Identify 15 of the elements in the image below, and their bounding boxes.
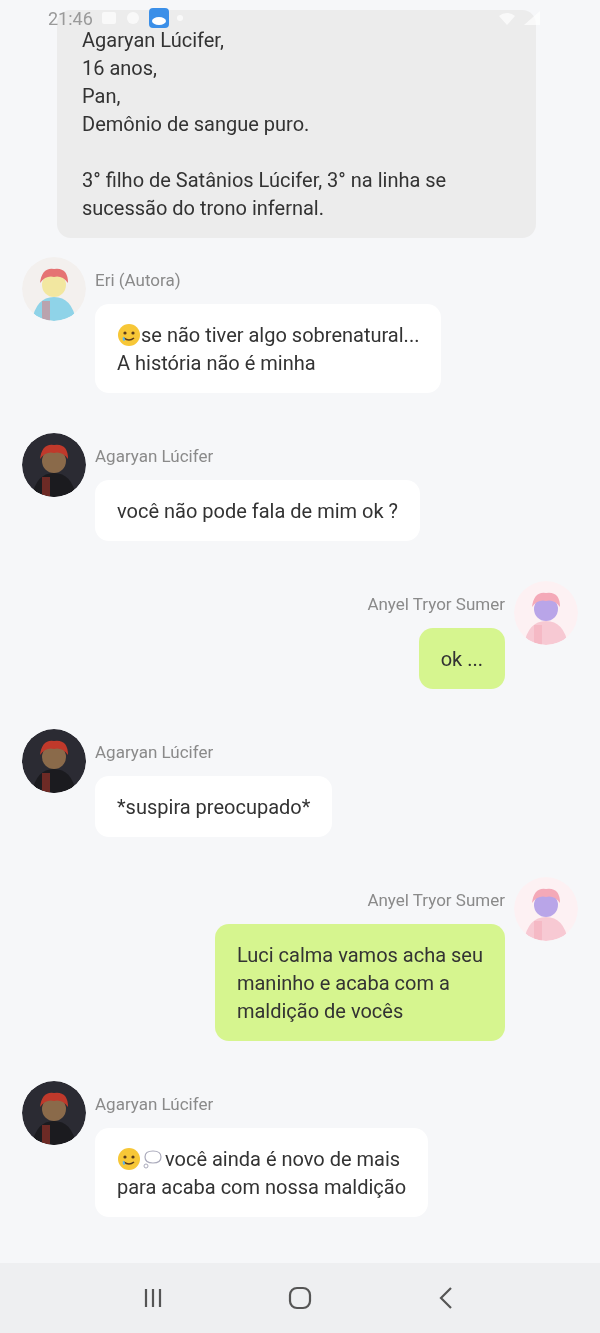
message-text: ok ... [440,647,483,671]
message-text: você ainda é novo de mais para acaba com nossa maldição [117,1147,407,1199]
author-name: Agaryan Lúcifer [95,446,214,466]
status-time: 21:46 [48,7,93,29]
cloud-app-icon [148,8,169,28]
home-icon[interactable] [288,1286,312,1310]
author-name: Anyel Tryor Sumer [367,890,505,910]
message-text: *suspira preocupado* [117,795,311,819]
author-name: Agaryan Lúcifer [95,742,214,762]
author-name: Agaryan Lúcifer [95,1094,214,1114]
author-name: Anyel Tryor Sumer [367,594,505,614]
message-text: você não pode fala de mim ok ? [117,499,398,523]
message-text: se não tiver algo sobrenatural... A história não é minha [117,323,420,375]
author-name: Eri (Autora) [95,270,181,290]
message-text: Luci calma vamos acha seu maninho e acaba com a maldição de vocês [236,943,483,1023]
